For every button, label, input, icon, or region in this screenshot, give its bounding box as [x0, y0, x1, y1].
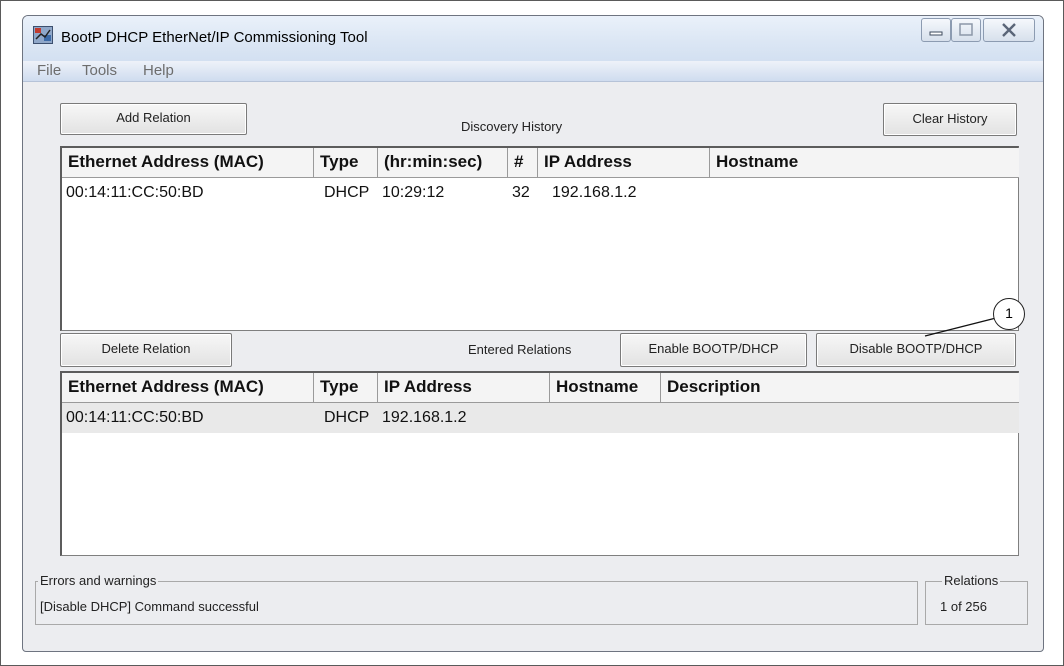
- discovery-history-list[interactable]: Ethernet Address (MAC) Type (hr:min:sec)…: [60, 146, 1019, 331]
- relations-count-text: 1 of 256: [940, 599, 987, 614]
- discovery-history-label: Discovery History: [461, 119, 563, 134]
- menu-tools[interactable]: Tools: [82, 62, 117, 79]
- column-header-count[interactable]: #: [508, 148, 538, 178]
- relations-count-title: Relations: [942, 573, 1001, 588]
- entered-relations-list[interactable]: Ethernet Address (MAC) Type IP Address H…: [60, 371, 1019, 556]
- cell-type: DHCP: [324, 184, 370, 201]
- close-icon: [1002, 23, 1016, 37]
- column-header-hostname[interactable]: Hostname: [710, 148, 1019, 178]
- cell-mac: 00:14:11:CC:50:BD: [66, 409, 204, 426]
- errors-warnings-title: Errors and warnings: [38, 573, 159, 588]
- errors-warnings-text: [Disable DHCP] Command successful: [40, 599, 259, 614]
- cell-time: 10:29:12: [382, 184, 445, 201]
- cell-ip: 192.168.1.2: [552, 184, 637, 201]
- errors-warnings-group: Errors and warnings [Disable DHCP] Comma…: [35, 573, 918, 625]
- add-relation-button[interactable]: Add Relation: [60, 103, 247, 135]
- column-header-type[interactable]: Type: [314, 148, 378, 178]
- title-bar: BootP DHCP EtherNet/IP Commissioning Too…: [23, 16, 1043, 61]
- column-header-mac[interactable]: Ethernet Address (MAC): [62, 373, 314, 403]
- enable-bootp-dhcp-button[interactable]: Enable BOOTP/DHCP: [620, 333, 807, 367]
- column-header-mac[interactable]: Ethernet Address (MAC): [62, 148, 314, 178]
- relations-count-group: Relations 1 of 256: [925, 573, 1028, 625]
- column-header-ip[interactable]: IP Address: [378, 373, 550, 403]
- cell-count: 32: [512, 184, 530, 201]
- callout-marker: 1: [993, 298, 1025, 330]
- entered-relations-label: Entered Relations: [468, 342, 572, 357]
- table-row[interactable]: 00:14:11:CC:50:BD DHCP 192.168.1.2: [62, 403, 1019, 433]
- cell-mac: 00:14:11:CC:50:BD: [66, 184, 204, 201]
- minimize-button[interactable]: [921, 18, 951, 42]
- app-window: BootP DHCP EtherNet/IP Commissioning Too…: [22, 15, 1044, 652]
- cell-ip: 192.168.1.2: [382, 409, 467, 426]
- maximize-button[interactable]: [951, 18, 981, 42]
- column-header-type[interactable]: Type: [314, 373, 378, 403]
- minimize-icon: [929, 31, 943, 36]
- cell-type: DHCP: [324, 409, 370, 426]
- delete-relation-button[interactable]: Delete Relation: [60, 333, 232, 367]
- disable-bootp-dhcp-button[interactable]: Disable BOOTP/DHCP: [816, 333, 1016, 367]
- menu-help[interactable]: Help: [143, 62, 174, 79]
- menu-file[interactable]: File: [37, 62, 61, 79]
- column-header-hostname[interactable]: Hostname: [550, 373, 661, 403]
- column-header-ip[interactable]: IP Address: [538, 148, 710, 178]
- maximize-icon: [959, 23, 973, 36]
- column-header-time[interactable]: (hr:min:sec): [378, 148, 508, 178]
- clear-history-button[interactable]: Clear History: [883, 103, 1017, 136]
- menu-bar: File Tools Help: [23, 61, 1043, 82]
- column-header-description[interactable]: Description: [661, 373, 1019, 403]
- app-icon: [33, 26, 53, 44]
- window-title: BootP DHCP EtherNet/IP Commissioning Too…: [61, 29, 368, 46]
- close-button[interactable]: [983, 18, 1035, 42]
